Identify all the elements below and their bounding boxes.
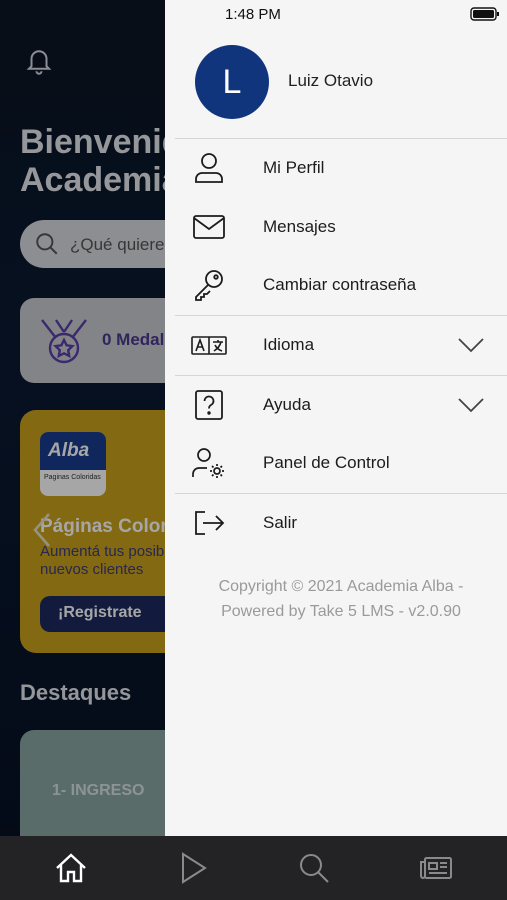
key-icon <box>195 270 223 301</box>
featured-course-title: 1- INGRESO <box>52 782 145 799</box>
menu-item-salir[interactable]: Salir <box>175 495 507 551</box>
envelope-icon <box>193 215 225 239</box>
copyright-line-2: Powered by Take 5 LMS - v2.0.90 <box>221 603 461 620</box>
user-name[interactable]: Luiz Otavio <box>288 71 373 91</box>
menu-item-label: Mi Perfil <box>263 158 325 177</box>
news-icon[interactable] <box>418 850 454 886</box>
avatar[interactable]: L <box>195 45 269 119</box>
menu-item-label: Cambiar contraseña <box>263 275 417 294</box>
medal-icon <box>41 319 87 364</box>
divider <box>175 315 507 316</box>
menu-item-label: Panel de Control <box>263 453 390 472</box>
logo-brand: Alba <box>40 432 106 470</box>
home-icon[interactable] <box>53 850 89 886</box>
search-icon[interactable] <box>296 850 332 886</box>
chevron-down-icon[interactable] <box>457 393 485 417</box>
divider <box>175 493 507 494</box>
user-settings-icon <box>192 448 224 478</box>
menu-item-label: Ayuda <box>263 395 311 414</box>
menu-item-ayuda[interactable]: Ayuda <box>175 377 507 433</box>
menu-item-mensajes[interactable]: Mensajes <box>175 199 507 255</box>
menu-item-cambiar-contrasena[interactable]: Cambiar contraseña <box>175 257 507 313</box>
search-icon <box>36 233 58 255</box>
copyright-text: Copyright © 2021 Academia Alba - Powered… <box>175 574 507 624</box>
copyright-line-1: Copyright © 2021 Academia Alba - <box>218 578 464 595</box>
side-drawer: 1:48 PM L Luiz Otavio Mi Perfil Mensajes… <box>165 0 507 836</box>
menu-item-label: Mensajes <box>263 217 336 236</box>
menu-item-label: Salir <box>263 513 298 532</box>
logo-sub: Paginas Coloridas <box>44 474 101 481</box>
divider <box>175 138 507 139</box>
menu-item-label: Idioma <box>263 335 315 354</box>
bell-icon[interactable] <box>24 45 54 75</box>
bottom-tab-bar <box>0 836 507 900</box>
menu-item-idioma[interactable]: Idioma <box>175 317 507 373</box>
alba-logo: Alba Paginas Coloridas <box>40 432 106 496</box>
chevron-left-icon[interactable] <box>32 512 52 548</box>
chevron-down-icon[interactable] <box>457 333 485 357</box>
menu-item-panel-de-control[interactable]: Panel de Control <box>175 435 507 491</box>
divider <box>175 375 507 376</box>
play-icon[interactable] <box>175 850 211 886</box>
translate-icon <box>191 336 227 355</box>
menu-item-mi-perfil[interactable]: Mi Perfil <box>175 140 507 196</box>
battery-icon <box>470 7 499 21</box>
status-time: 1:48 PM <box>225 6 281 23</box>
logout-icon <box>195 511 225 535</box>
section-title: Destaques <box>20 680 132 705</box>
help-icon <box>195 390 223 420</box>
user-icon <box>195 153 223 183</box>
